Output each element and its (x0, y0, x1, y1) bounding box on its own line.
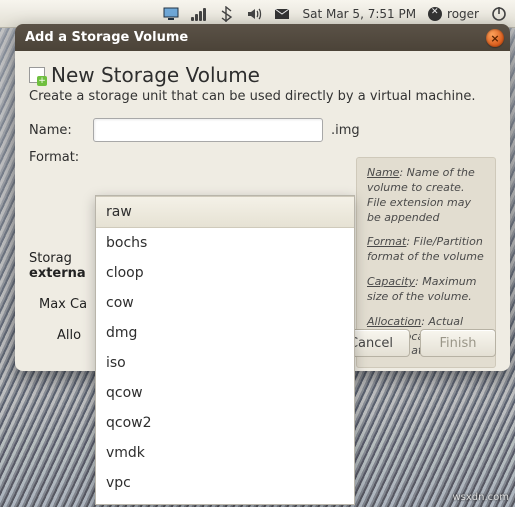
new-volume-icon (29, 67, 45, 83)
help-name-key: Name (367, 166, 399, 179)
lower-section: Storag externa Max Ca Allo (29, 251, 87, 343)
heading-text: New Storage Volume (51, 63, 260, 87)
wifi-icon[interactable] (191, 7, 206, 21)
format-option-raw[interactable]: raw (96, 196, 354, 228)
power-icon[interactable] (491, 6, 507, 22)
mail-icon[interactable] (274, 6, 290, 22)
storage-section-heading: Storag (29, 251, 87, 266)
format-option-qcow[interactable]: qcow (96, 378, 354, 408)
user-menu[interactable]: roger (428, 7, 479, 21)
format-label: Format: (29, 150, 87, 165)
format-option-vmdk[interactable]: vmdk (96, 438, 354, 468)
dialog-titlebar[interactable]: Add a Storage Volume × (15, 24, 510, 51)
help-capacity-key: Capacity (367, 275, 415, 288)
dialog-button-row: Cancel Finish (332, 329, 496, 357)
format-option-bochs[interactable]: bochs (96, 228, 354, 258)
name-row: Name: .img (29, 118, 496, 142)
cancel-button-label: Cancel (349, 336, 393, 351)
storage-pool-name: externa (29, 266, 87, 281)
name-suffix: .img (331, 123, 360, 138)
avatar-icon (428, 7, 442, 21)
dialog-heading: New Storage Volume (29, 63, 496, 87)
username-label: roger (447, 7, 479, 21)
help-allocation-key: Allocation (367, 315, 421, 328)
close-button[interactable]: × (486, 29, 504, 47)
finish-button[interactable]: Finish (420, 329, 496, 357)
format-option-qcow2[interactable]: qcow2 (96, 408, 354, 438)
format-option-cow[interactable]: cow (96, 288, 354, 318)
max-capacity-label: Max Ca (39, 297, 87, 312)
finish-button-label: Finish (439, 336, 476, 351)
format-option-iso[interactable]: iso (96, 348, 354, 378)
dialog-title: Add a Storage Volume (25, 30, 188, 45)
watermark: wsxdn.com (452, 492, 509, 503)
name-label: Name: (29, 123, 87, 138)
add-storage-volume-dialog: Add a Storage Volume × New Storage Volum… (15, 24, 510, 371)
format-option-cloop[interactable]: cloop (96, 258, 354, 288)
dialog-subheading: Create a storage unit that can be used d… (29, 89, 496, 104)
help-format-key: Format (367, 235, 406, 248)
volume-icon[interactable] (246, 6, 262, 22)
format-option-dmg[interactable]: dmg (96, 318, 354, 348)
bluetooth-icon[interactable] (218, 6, 234, 22)
clock-text[interactable]: Sat Mar 5, 7:51 PM (302, 7, 416, 21)
format-option-vpc[interactable]: vpc (96, 468, 354, 498)
name-input[interactable] (93, 118, 323, 142)
display-icon[interactable] (163, 6, 179, 22)
allocation-label: Allo (57, 328, 87, 343)
format-dropdown[interactable]: raw bochs cloop cow dmg iso qcow qcow2 v… (95, 195, 355, 505)
